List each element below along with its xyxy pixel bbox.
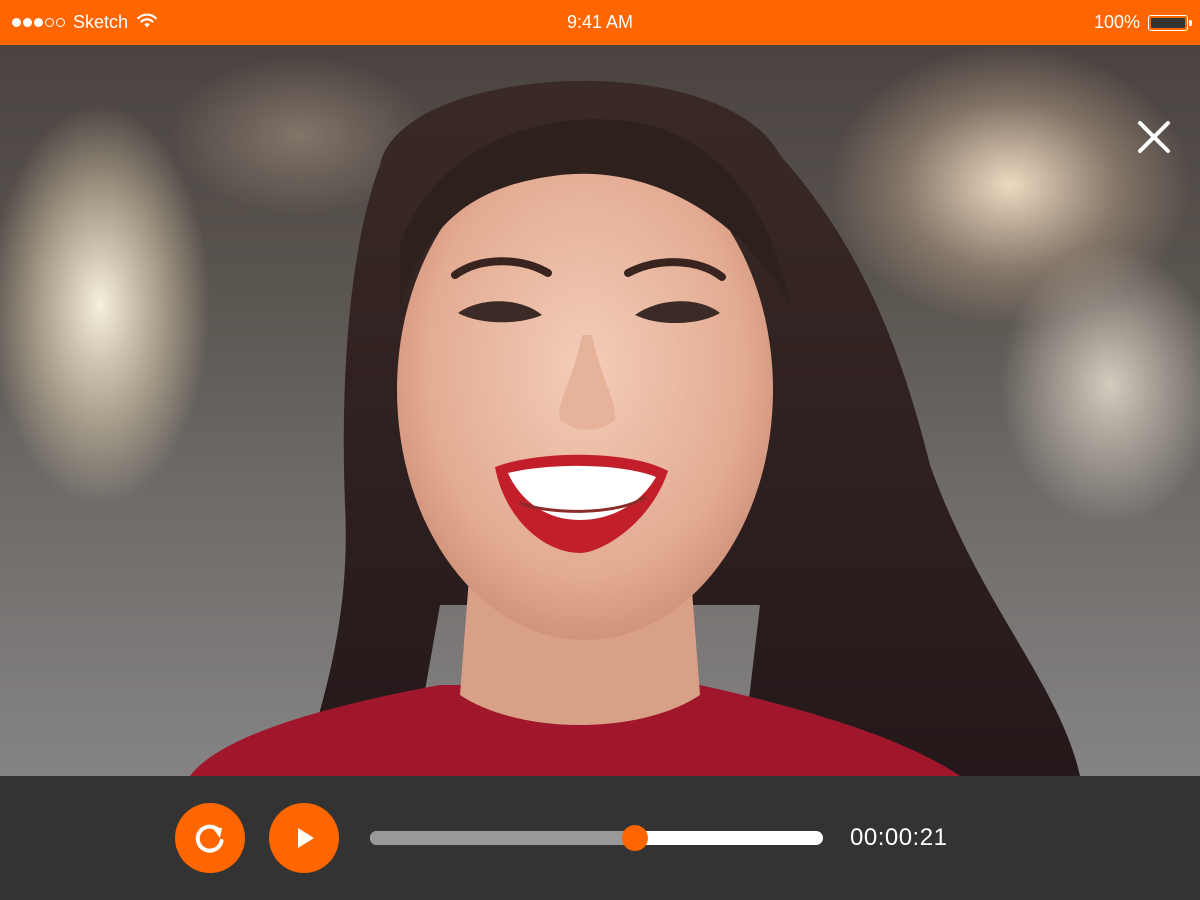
signal-dot: [56, 18, 65, 27]
player-controls: 00:00:21: [0, 776, 1200, 900]
clock: 9:41 AM: [566, 12, 634, 32]
elapsed-time: 00:00:21: [850, 824, 948, 851]
close-button[interactable]: [1132, 115, 1176, 159]
video-portrait-image: [190, 80, 1080, 776]
play-icon: [298, 828, 314, 848]
status-right: 100%: [1093, 0, 1192, 45]
signal-dot: [34, 18, 43, 27]
carrier-label: Sketch: [73, 12, 129, 32]
battery-level: [1151, 17, 1185, 28]
progress-scrubber[interactable]: [622, 825, 648, 851]
status-left: Sketch: [12, 0, 158, 45]
replay-icon: [195, 824, 224, 853]
signal-strength-icon: [12, 18, 65, 27]
video-frame[interactable]: [0, 45, 1200, 776]
progress-played: [370, 831, 635, 845]
signal-dot: [45, 18, 54, 27]
signal-dot: [23, 18, 32, 27]
battery-icon: [1148, 14, 1192, 31]
status-bar: Sketch 9:41 AM 100%: [0, 0, 1200, 45]
signal-dot: [12, 18, 21, 27]
replay-button[interactable]: [175, 803, 245, 873]
progress-bar[interactable]: [370, 825, 823, 851]
play-button[interactable]: [269, 803, 339, 873]
wifi-icon: [136, 11, 158, 34]
close-icon: [1138, 121, 1170, 153]
battery-percent: 100%: [1093, 12, 1140, 32]
